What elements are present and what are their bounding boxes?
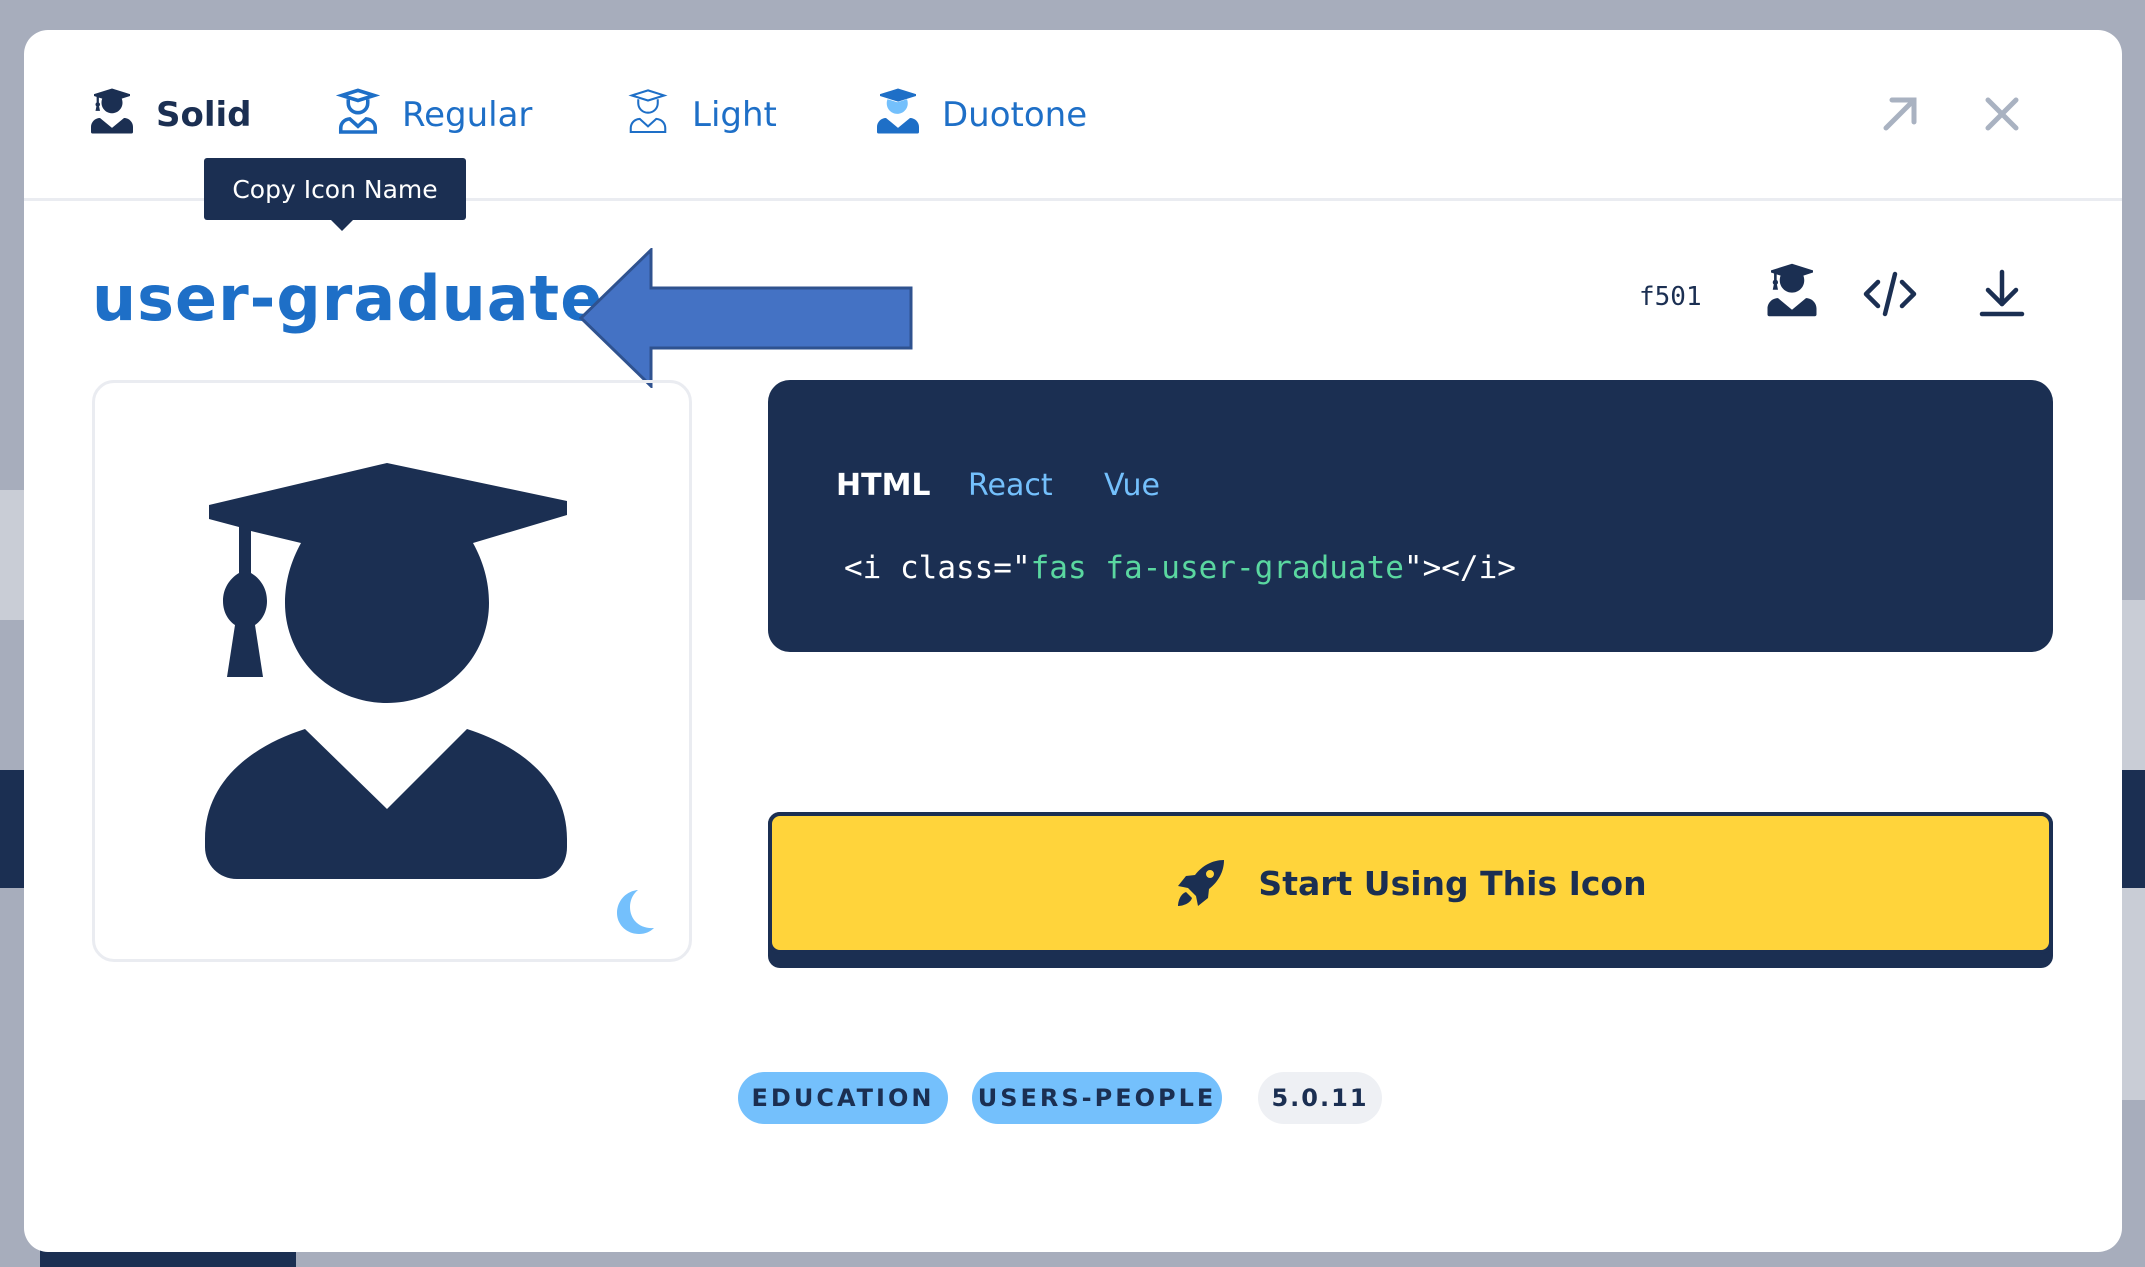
- user-graduate-icon: [1767, 263, 1817, 317]
- tab-label: Solid: [156, 95, 252, 135]
- tab-label: Light: [692, 95, 777, 135]
- start-using-icon-button[interactable]: Start Using This Icon: [768, 812, 2053, 954]
- tab-solid[interactable]: Solid: [90, 84, 252, 146]
- code-open: <i class=": [844, 550, 1031, 586]
- tab-label: Duotone: [942, 95, 1088, 135]
- code-icon: [1863, 271, 1917, 317]
- rocket-icon: [1178, 860, 1225, 906]
- user-graduate-icon: [205, 463, 567, 879]
- tab-regular[interactable]: Regular: [335, 84, 533, 146]
- close-modal-button[interactable]: [1976, 88, 2028, 140]
- tooltip: Copy Icon Name: [204, 158, 466, 220]
- user-graduate-light-icon: [626, 87, 670, 144]
- copy-svg-button[interactable]: [1862, 266, 1918, 322]
- code-class-value: fas fa-user-graduate: [1030, 550, 1404, 586]
- icon-detail-modal: Solid Regular Light Duotone Copy Icon Na…: [24, 30, 2122, 1252]
- tab-light[interactable]: Light: [626, 84, 777, 146]
- code-snippet-panel: HTML React Vue <i class="fas fa-user-gra…: [768, 380, 2053, 652]
- unicode-value[interactable]: f501: [1639, 282, 1702, 312]
- open-icon-page-button[interactable]: [1874, 88, 1926, 140]
- user-graduate-duotone-icon: [876, 87, 920, 144]
- code-close: "></i>: [1403, 550, 1516, 586]
- background-panel: [2122, 770, 2145, 888]
- close-icon: [1985, 97, 2019, 131]
- code-snippet[interactable]: <i class="fas fa-user-graduate"></i>: [844, 550, 1516, 586]
- background-panel: [0, 490, 24, 620]
- tag-education[interactable]: EDUCATION: [738, 1072, 948, 1124]
- arrow-up-right-icon: [1883, 97, 1917, 131]
- icon-name-title[interactable]: user-graduate: [92, 262, 603, 335]
- download-icon: [1979, 269, 2025, 317]
- code-tab-vue[interactable]: Vue: [1104, 468, 1160, 503]
- version-badge: 5.0.11: [1258, 1072, 1382, 1124]
- copy-glyph-button[interactable]: [1764, 262, 1820, 318]
- tooltip-arrow: [331, 220, 353, 231]
- download-svg-button[interactable]: [1974, 266, 2030, 322]
- user-graduate-solid-icon: [90, 87, 134, 144]
- user-graduate-regular-icon: [335, 87, 381, 144]
- code-tab-react[interactable]: React: [968, 468, 1053, 503]
- tag-users-people[interactable]: USERS-PEOPLE: [972, 1072, 1222, 1124]
- cta-label: Start Using This Icon: [1258, 863, 1647, 903]
- annotation-arrow-icon: [579, 248, 913, 388]
- code-tab-html[interactable]: HTML: [836, 468, 931, 503]
- moon-icon[interactable]: [611, 888, 657, 934]
- icon-preview: [92, 380, 692, 962]
- tab-duotone[interactable]: Duotone: [876, 84, 1087, 146]
- background-panel: [0, 770, 24, 888]
- tab-label: Regular: [402, 95, 533, 135]
